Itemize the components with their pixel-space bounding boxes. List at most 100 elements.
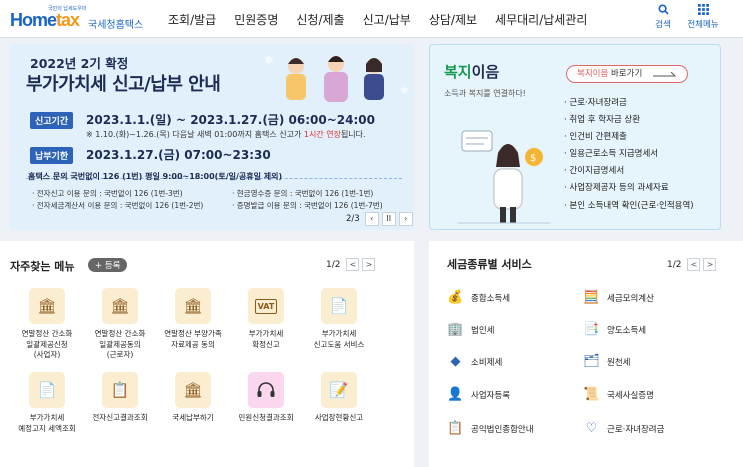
svg-text:$: $	[530, 153, 536, 164]
welfare-title: 복지이음	[444, 63, 500, 81]
welfare-list: 근로·자녀장려금 취업 후 학자금 상환 인건비 간편제출 일용근로소득 지급명…	[564, 95, 694, 215]
tax-service-panel: 세금종류별 서비스 1/2 < > 💰 종합소득세 🧮 세금모의계산 🏢 법인세 📑 양…	[429, 241, 743, 467]
tile-label: 사업장현황신고	[314, 413, 364, 422]
tile-label: 연말정산 부양가족 자료제공 동의	[164, 329, 222, 349]
tile-civil-result[interactable]: 민원신청결과조회	[231, 372, 301, 424]
tax-service-page-indicator: 1/2	[667, 259, 682, 270]
top-header: 국민의 납세도우미 Hometax 국세청홈택스 조회/발급 민원증명 신청/제…	[0, 0, 743, 38]
building-icon: 🏛	[175, 288, 211, 324]
tile-vat-final-filing[interactable]: VAT 부가가치세 확정신고	[231, 288, 301, 350]
welfare-item[interactable]: 인건비 간편제출	[564, 129, 694, 146]
withholding-icon: 🗂	[583, 354, 600, 369]
vat-icon: VAT	[248, 288, 284, 324]
income-tax-icon: 💰	[447, 290, 464, 305]
contact-main: 홈택스 문의 국번없이 126 (1번) 평일 9:00~18:00(토/일/공…	[28, 172, 283, 181]
tile-yearend-provide-business[interactable]: 🏛 연말정산 간소화 일괄제공신청 (사업자)	[12, 288, 82, 361]
tax-service-pager: 1/2 < >	[667, 258, 717, 271]
banner-pause-button[interactable]: II	[381, 212, 396, 226]
tile-yearend-dependent-consent[interactable]: 🏛 연말정산 부양가족 자료제공 동의	[158, 288, 228, 350]
tile-vat-preliminary-notice[interactable]: 📄 부가가치세 예정고지 세액조회	[12, 372, 82, 434]
banner-prev-button[interactable]: ‹	[364, 212, 379, 226]
tile-efiling-result[interactable]: 📋 전자신고결과조회	[85, 372, 155, 424]
welfare-item[interactable]: 사업장제공자 등의 과세자료	[564, 180, 694, 197]
vat-banner[interactable]: ❄ ❄ 2022년 2기 확정 부가가치세 신고/납부 안내 신고기간 2023…	[10, 44, 414, 230]
all-menu-label: 전체메뉴	[687, 20, 719, 30]
building-icon: 🏛	[29, 288, 65, 324]
tax-service-prev-button[interactable]: <	[687, 258, 701, 271]
person-icon: 👤	[447, 387, 464, 402]
nav-item-agent[interactable]: 세무대리/납세관리	[495, 11, 587, 28]
tile-label: 연말정산 간소화 일괄제공동의 (근로자)	[94, 329, 146, 359]
welfare-panel: 복지이음 소득과 복지를 연결하다! 복지이음 바로가기 $ 근로·자녀장려금 …	[429, 44, 721, 230]
filing-period: 2023.1.1.(일) ~ 2023.1.27.(금) 06:00~24:00	[86, 113, 375, 127]
tile-business-status-report[interactable]: 📝 사업장현황신고	[304, 372, 374, 424]
nav-item-filing[interactable]: 신고/납부	[363, 11, 411, 28]
svg-text:❄: ❄	[400, 86, 408, 97]
banner-page-indicator: 2/3	[346, 214, 360, 224]
welfare-illustration: $	[458, 130, 550, 224]
checklist-icon: 📋	[447, 421, 464, 436]
tile-label: 전자신고결과조회	[92, 413, 148, 422]
building-icon: 🏛	[102, 288, 138, 324]
service-earned-income-credit[interactable]: ♡ 근로·자녀장려금	[583, 420, 665, 437]
document-search-icon: 📋	[102, 372, 138, 408]
favorite-prev-button[interactable]: <	[346, 258, 360, 271]
service-income-tax[interactable]: 💰 종합소득세	[447, 289, 510, 306]
search-icon	[646, 4, 680, 18]
contact-efiling: · 전자신고 이용 문의 : 국번없이 126 (1번-3번)	[32, 189, 183, 198]
nav-item-consult[interactable]: 상담/제보	[429, 11, 477, 28]
welfare-item[interactable]: 근로·자녀장려금	[564, 95, 694, 112]
welfare-item[interactable]: 일용근로소득 지급명세서	[564, 146, 694, 163]
service-transfer-tax[interactable]: 📑 양도소득세	[583, 321, 646, 338]
tile-label: 민원신청결과조회	[238, 413, 294, 422]
grid-icon	[683, 4, 723, 18]
building-icon: 🏛	[175, 372, 211, 408]
service-tax-certificate[interactable]: 📜 국세사실증명	[583, 386, 654, 403]
tile-yearend-consent-worker[interactable]: 🏛 연말정산 간소화 일괄제공동의 (근로자)	[85, 288, 155, 361]
main-nav: 조회/발급 민원증명 신청/제출 신고/납부 상담/제보 세무대리/납세관리	[168, 11, 605, 28]
service-tax-simulation[interactable]: 🧮 세금모의계산	[583, 289, 654, 306]
nav-item-inquiry[interactable]: 조회/발급	[168, 11, 216, 28]
tile-label: 연말정산 간소화 일괄제공신청 (사업자)	[21, 329, 73, 359]
all-menu-button[interactable]: 전체메뉴	[683, 4, 723, 30]
banner-title-line2: 부가가치세 신고/납부 안내	[26, 74, 221, 95]
add-favorite-button[interactable]: + 등록	[88, 258, 128, 272]
service-withholding-tax[interactable]: 🗂 원천세	[583, 353, 630, 370]
people-illustration: ❄ ❄	[264, 53, 408, 102]
tile-label: 국세납부하기	[172, 413, 214, 422]
tile-vat-help-service[interactable]: 📄 부가가치세 신고도움 서비스	[304, 288, 374, 350]
document-icon: 📄	[321, 288, 357, 324]
search-label: 검색	[655, 20, 671, 30]
service-public-corporation[interactable]: 📋 공익법인종합안내	[447, 420, 533, 437]
welfare-shortcut-button[interactable]: 복지이음 바로가기	[566, 65, 688, 83]
tile-tax-payment[interactable]: 🏛 국세납부하기	[158, 372, 228, 424]
transfer-icon: 📑	[583, 322, 600, 337]
edit-icon: 📝	[321, 372, 357, 408]
nav-item-certificate[interactable]: 민원증명	[234, 11, 278, 28]
favorite-menu-title: 자주찾는 메뉴	[10, 260, 75, 273]
service-consumption-tax[interactable]: ◆ 소비제세	[447, 353, 503, 370]
welfare-item[interactable]: 간이지급명세서	[564, 163, 694, 180]
headset-icon	[248, 372, 284, 408]
hometax-logo[interactable]: 국민의 납세도우미 Hometax 국세청홈택스	[10, 5, 150, 33]
diamond-icon: ◆	[450, 354, 461, 369]
nav-item-application[interactable]: 신청/제출	[296, 11, 344, 28]
welfare-subtitle: 소득과 복지를 연결하다!	[444, 89, 526, 98]
welfare-item[interactable]: 본인 소득내역 확인(근로·인적용역)	[564, 198, 693, 215]
favorite-menu-panel: 자주찾는 메뉴 + 등록 1/2 < > 🏛 연말정산 간소화 일괄제공신청 (…	[0, 241, 414, 467]
search-button[interactable]: 검색	[646, 4, 680, 30]
arrow-right-icon	[653, 72, 677, 77]
heart-icon: ♡	[585, 421, 598, 436]
service-business-registration[interactable]: 👤 사업자등록	[447, 386, 510, 403]
tile-label: 부가가치세 신고도움 서비스	[313, 329, 365, 349]
service-corporate-tax[interactable]: 🏢 법인세	[447, 321, 494, 338]
document-icon: 📄	[29, 372, 65, 408]
favorite-next-button[interactable]: >	[362, 258, 376, 271]
contact-einvoice: · 전자세금계산서 이용 문의 : 국번없이 126 (1번-2번)	[32, 201, 204, 210]
certificate-icon: 📜	[583, 387, 600, 402]
tile-label: 부가가치세 확정신고	[248, 329, 284, 349]
welfare-item[interactable]: 취업 후 학자금 상환	[564, 112, 694, 129]
tax-service-next-button[interactable]: >	[703, 258, 717, 271]
banner-next-button[interactable]: ›	[398, 212, 413, 226]
tax-service-title: 세금종류별 서비스	[447, 258, 532, 271]
